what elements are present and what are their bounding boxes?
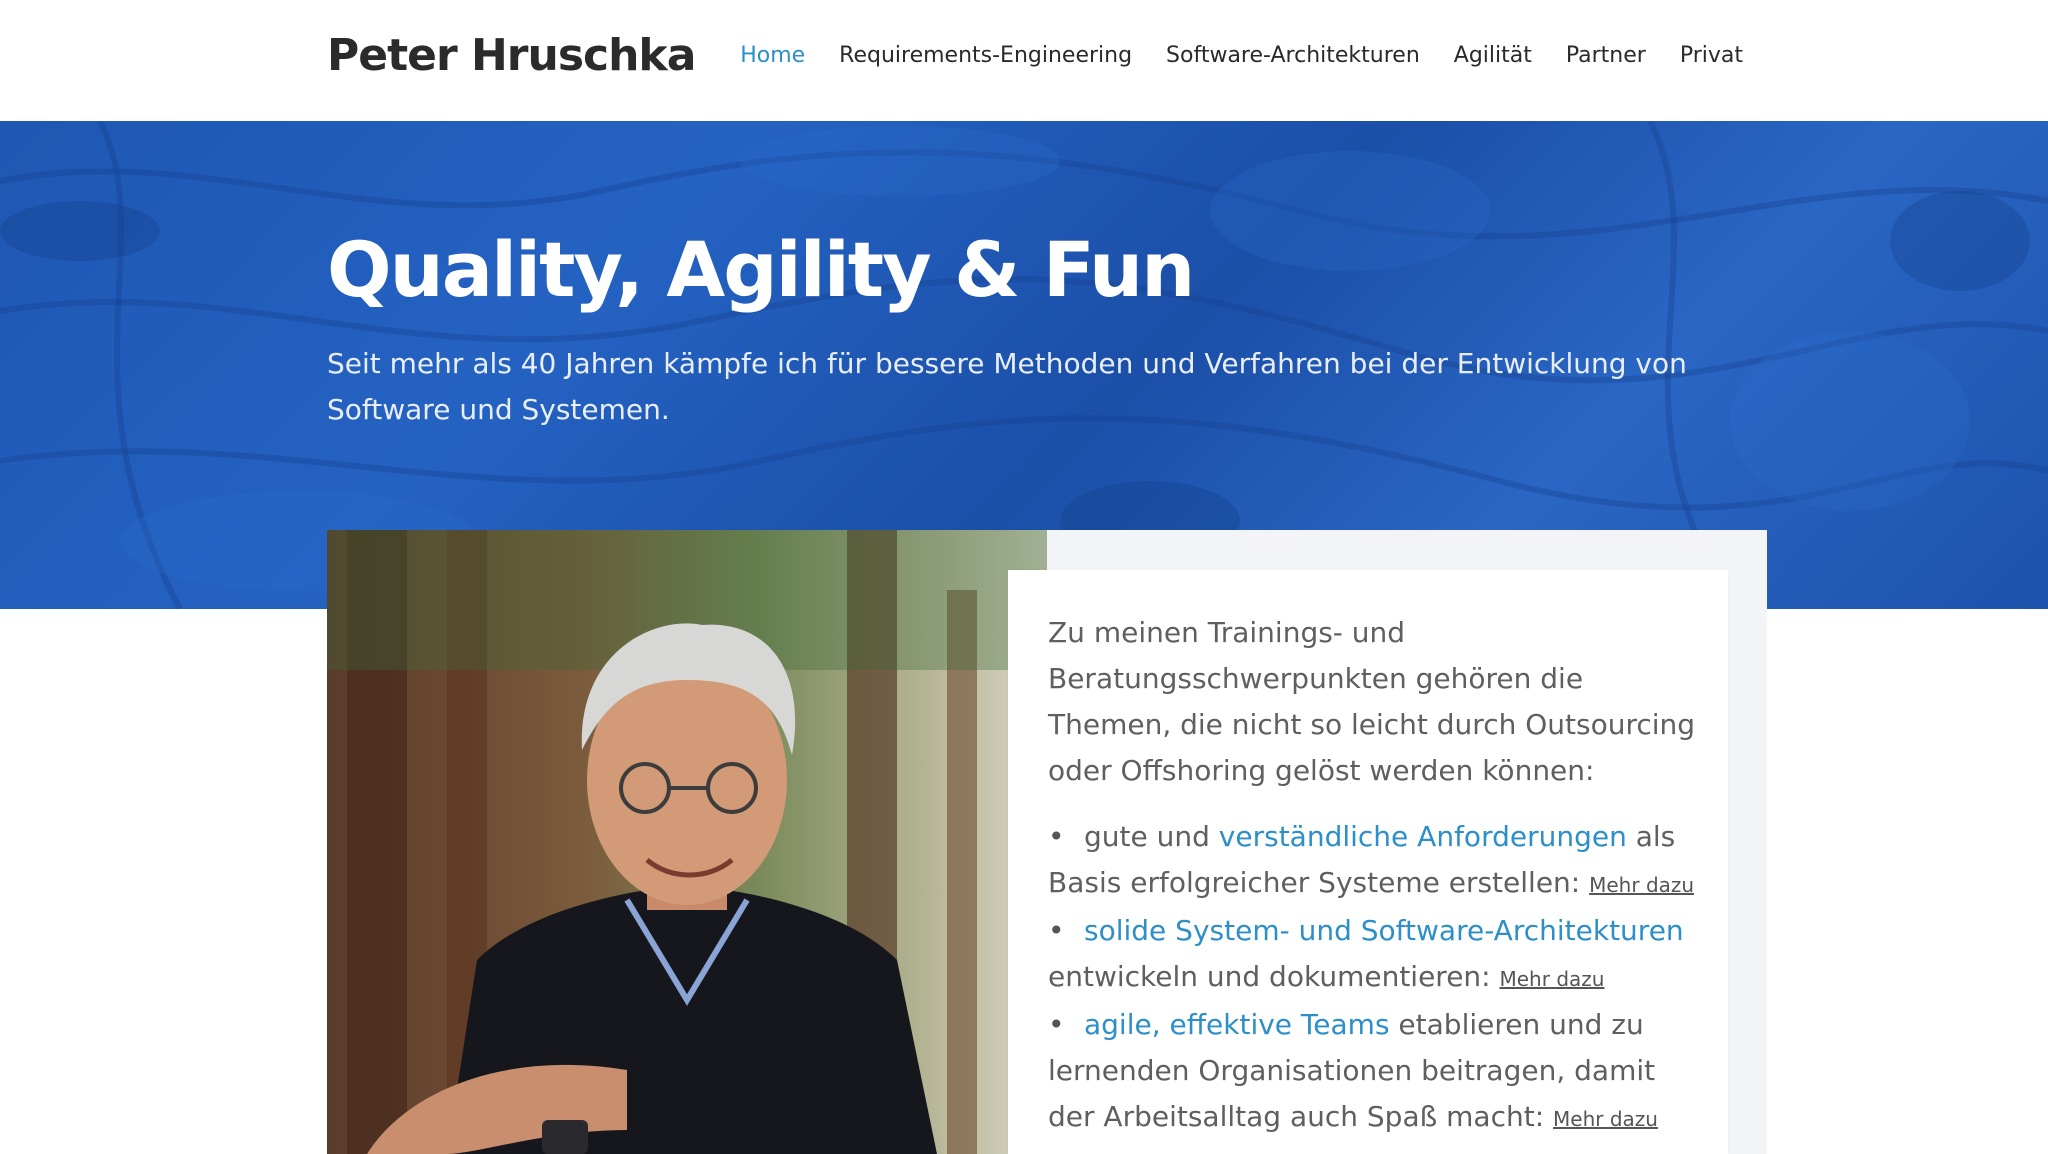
- bullet-icon: •: [1048, 914, 1065, 947]
- portrait-photo: [327, 530, 1047, 1154]
- bullet-icon: •: [1048, 820, 1065, 853]
- nav-item-privat[interactable]: Privat: [1680, 43, 1743, 68]
- nav-item-partner[interactable]: Partner: [1566, 43, 1646, 68]
- nav-item-agilitaet[interactable]: Agilität: [1454, 43, 1532, 68]
- list-item: • agile, effektive Teams etablieren und z…: [1048, 1002, 1698, 1142]
- more-link-anforderungen[interactable]: Mehr dazu: [1589, 873, 1694, 897]
- site-title[interactable]: Peter Hruschka: [327, 30, 696, 81]
- focus-list: • gute und verständliche Anforderungen al…: [1048, 814, 1698, 1142]
- item-text: entwickeln und dokumentieren:: [1048, 960, 1500, 993]
- nav-item-requirements-engineering[interactable]: Requirements-Engineering: [839, 43, 1132, 68]
- more-link-teams[interactable]: Mehr dazu: [1553, 1107, 1658, 1131]
- link-teams[interactable]: agile, effektive Teams: [1084, 1008, 1390, 1041]
- intro-text: Zu meinen Trainings- und Beratungsschwer…: [1048, 616, 1696, 787]
- bullet-icon: •: [1048, 1008, 1065, 1041]
- item-text: gute und: [1084, 820, 1219, 853]
- site-header: Peter Hruschka Home Requirements-Enginee…: [0, 0, 2048, 121]
- link-architekturen[interactable]: solide System- und Software-Architekture…: [1084, 914, 1684, 947]
- nav-item-home[interactable]: Home: [740, 43, 805, 68]
- link-anforderungen[interactable]: verständliche Anforderungen: [1219, 820, 1627, 853]
- intro-card: Zu meinen Trainings- und Beratungsschwer…: [1008, 570, 1728, 1154]
- list-item: • gute und verständliche Anforderungen al…: [1048, 814, 1698, 908]
- more-link-architekturen[interactable]: Mehr dazu: [1500, 967, 1605, 991]
- hero-title: Quality, Agility & Fun: [327, 225, 1195, 314]
- nav-item-software-architekturen[interactable]: Software-Architekturen: [1166, 43, 1420, 68]
- main-nav: Home Requirements-Engineering Software-A…: [740, 43, 1743, 68]
- hero-subtitle: Seit mehr als 40 Jahren kämpfe ich für b…: [327, 347, 1687, 426]
- list-item: • solide System- und Software-Architektur…: [1048, 908, 1698, 1002]
